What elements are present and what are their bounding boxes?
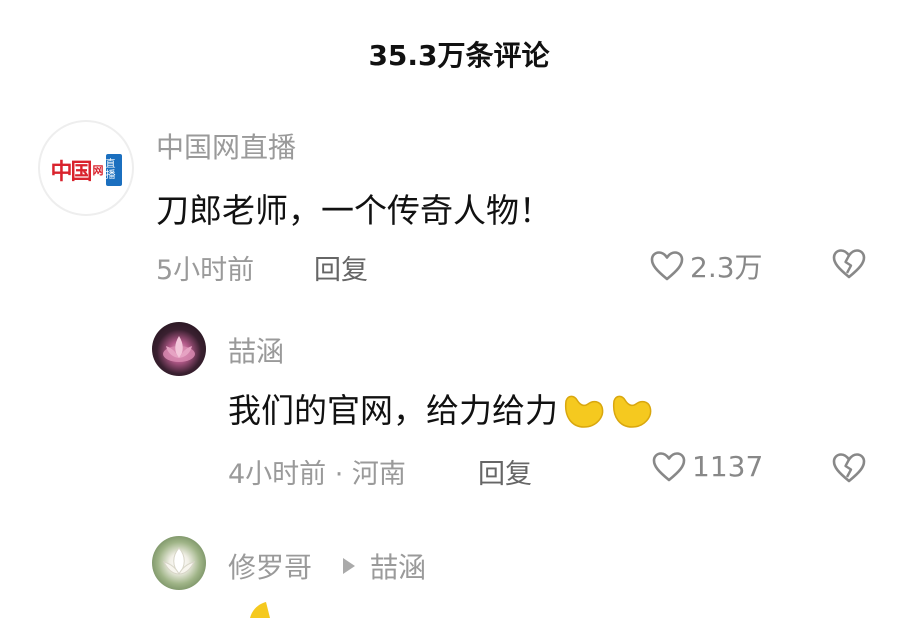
like-count: 1137: [692, 450, 764, 483]
like-button[interactable]: 2.3万: [650, 246, 763, 286]
reply-button[interactable]: 回复: [314, 248, 368, 287]
avatar-zhehan[interactable]: [152, 322, 206, 376]
partial-emoji-icon: [250, 602, 270, 618]
like-button[interactable]: 1137: [652, 450, 763, 483]
heart-icon: [650, 251, 684, 281]
reply-username[interactable]: 喆涵: [228, 330, 284, 370]
reply-to-arrow-icon: [343, 558, 355, 574]
dislike-button[interactable]: [832, 248, 866, 284]
live-badge: 直播: [105, 154, 122, 186]
comment-count-title: 35.3万条评论: [368, 39, 550, 72]
comments-header: 35.3万条评论: [0, 0, 918, 100]
reply-time-location: 4小时前 · 河南: [228, 459, 406, 490]
like-count: 2.3万: [690, 251, 763, 284]
reply-to-username[interactable]: 喆涵: [370, 546, 426, 586]
comment-username[interactable]: 中国网直播: [156, 126, 296, 166]
heart-icon: [652, 451, 686, 481]
reply-button[interactable]: 回复: [478, 452, 532, 491]
comment-time: 5小时前: [156, 255, 255, 286]
flexed-biceps-emoji: [560, 387, 656, 439]
lotus-avatar-icon: [163, 336, 195, 362]
china-net-live-logo: 中国 网 直播: [50, 154, 122, 186]
avatar-china-net-live[interactable]: 中国 网 直播: [38, 120, 134, 216]
broken-heart-icon: [832, 249, 866, 279]
broken-heart-icon: [832, 453, 866, 483]
reply-username[interactable]: 修罗哥: [228, 546, 312, 586]
dislike-button[interactable]: [832, 452, 866, 488]
reply-text: 我们的官网，给力给力: [228, 384, 656, 439]
comment-text: 刀郎老师，一个传奇人物！: [156, 191, 552, 230]
magnolia-avatar-icon: [163, 547, 195, 575]
avatar-xiuluoge[interactable]: [152, 536, 206, 590]
